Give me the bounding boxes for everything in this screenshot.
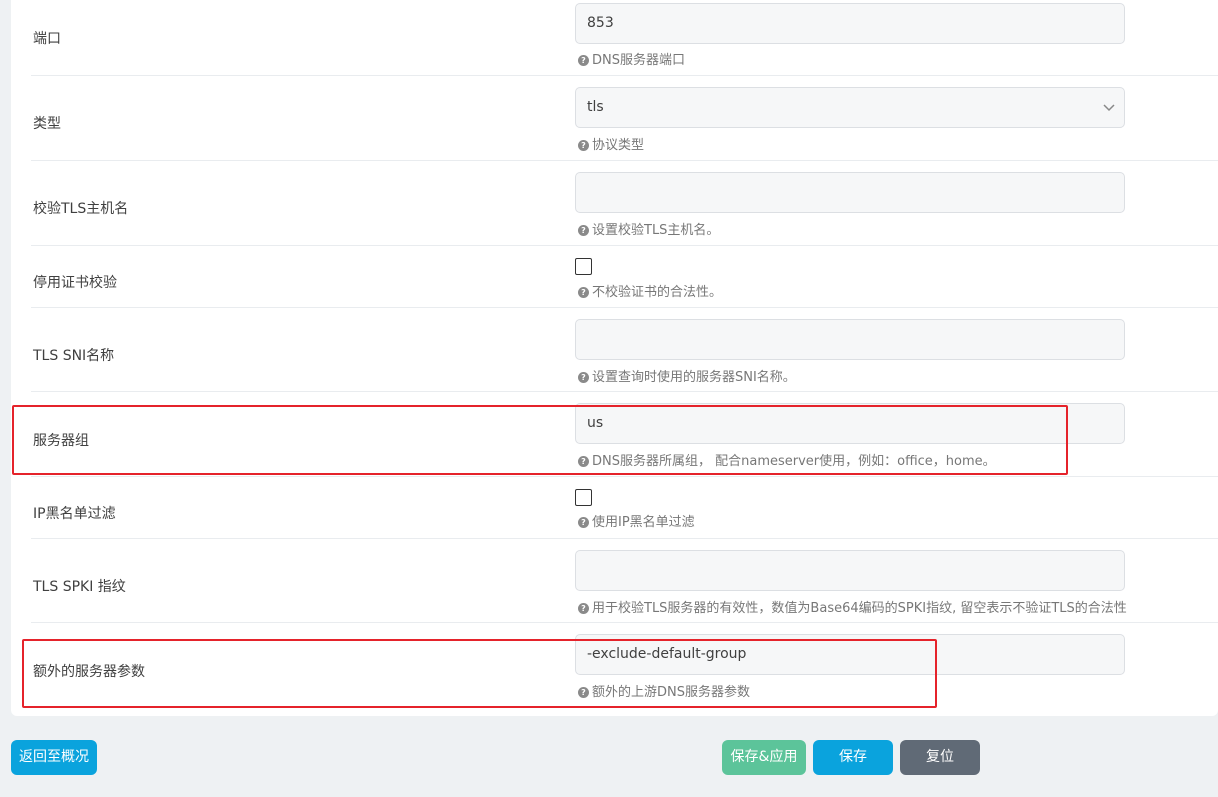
disable-cert-check-checkbox[interactable]	[575, 258, 592, 275]
tls-sni-input[interactable]	[575, 319, 1125, 360]
form-row-disable-cert-check: 停用证书校验 ? 不校验证书的合法性。	[31, 246, 1218, 308]
tls-spki-label: TLS SPKI 指纹	[33, 579, 126, 595]
tls-sni-hint: ? 设置查询时使用的服务器SNI名称。	[578, 366, 796, 385]
form-row-port: 端口 853 ? DNS服务器端口	[31, 0, 1218, 76]
disable-cert-check-hint: ? 不校验证书的合法性。	[578, 281, 722, 300]
question-circle-icon: ?	[578, 287, 589, 298]
form-row-server-group: 服务器组 us ? DNS服务器所属组， 配合nameserver使用，例如：of…	[31, 392, 1218, 477]
question-circle-icon: ?	[578, 55, 589, 66]
form-row-type: 类型 tls ? 协议类型	[31, 76, 1218, 161]
ip-blacklist-label: IP黑名单过滤	[33, 506, 116, 522]
port-input[interactable]: 853	[575, 3, 1125, 44]
server-group-hint: ? DNS服务器所属组， 配合nameserver使用，例如：office，hom…	[578, 450, 996, 469]
question-circle-icon: ?	[578, 372, 589, 383]
ip-blacklist-hint: ? 使用IP黑名单过滤	[578, 511, 695, 530]
ip-blacklist-checkbox[interactable]	[575, 489, 592, 506]
tls-hostname-hint: ? 设置校验TLS主机名。	[578, 219, 719, 238]
form-row-tls-sni: TLS SNI名称 ? 设置查询时使用的服务器SNI名称。	[31, 308, 1218, 392]
port-hint: ? DNS服务器端口	[578, 49, 685, 68]
tls-spki-input[interactable]	[575, 550, 1125, 591]
tls-spki-hint: ? 用于校验TLS服务器的有效性，数值为Base64编码的SPKI指纹, 留空表示…	[578, 597, 1127, 616]
tls-hostname-input[interactable]	[575, 172, 1125, 213]
form-row-tls-spki: TLS SPKI 指纹 ? 用于校验TLS服务器的有效性，数值为Base64编码的…	[31, 539, 1218, 623]
tls-hostname-label: 校验TLS主机名	[33, 201, 129, 217]
reset-button[interactable]: 复位	[900, 740, 980, 775]
server-group-input[interactable]: us	[575, 403, 1125, 444]
extra-params-hint: ? 额外的上游DNS服务器参数	[578, 681, 750, 700]
question-circle-icon: ?	[578, 517, 589, 528]
question-circle-icon: ?	[578, 603, 589, 614]
extra-params-input[interactable]: -exclude-default-group	[575, 634, 1125, 675]
form-row-tls-hostname: 校验TLS主机名 ? 设置校验TLS主机名。	[31, 161, 1218, 246]
save-button[interactable]: 保存	[813, 740, 893, 775]
question-circle-icon: ?	[578, 687, 589, 698]
type-select[interactable]: tls	[575, 87, 1125, 128]
type-select-value: tls	[587, 99, 604, 115]
back-to-overview-button[interactable]: 返回至概况	[11, 740, 97, 775]
disable-cert-check-label: 停用证书校验	[33, 275, 117, 291]
chevron-down-icon	[1103, 104, 1115, 112]
question-circle-icon: ?	[578, 225, 589, 236]
extra-params-label: 额外的服务器参数	[33, 664, 145, 680]
server-group-label: 服务器组	[33, 433, 89, 449]
type-hint: ? 协议类型	[578, 134, 644, 153]
save-apply-button[interactable]: 保存&应用	[722, 740, 806, 775]
settings-panel: 端口 853 ? DNS服务器端口 类型 tls ? 协议类型 校验TLS主机名 ?…	[11, 0, 1218, 716]
tls-sni-label: TLS SNI名称	[33, 348, 115, 364]
form-row-ip-blacklist: IP黑名单过滤 ? 使用IP黑名单过滤	[31, 477, 1218, 539]
port-label: 端口	[33, 31, 61, 47]
question-circle-icon: ?	[578, 140, 589, 151]
type-label: 类型	[33, 116, 61, 132]
form-row-extra-params: 额外的服务器参数 -exclude-default-group ? 额外的上游DN…	[31, 623, 1218, 716]
question-circle-icon: ?	[578, 456, 589, 467]
